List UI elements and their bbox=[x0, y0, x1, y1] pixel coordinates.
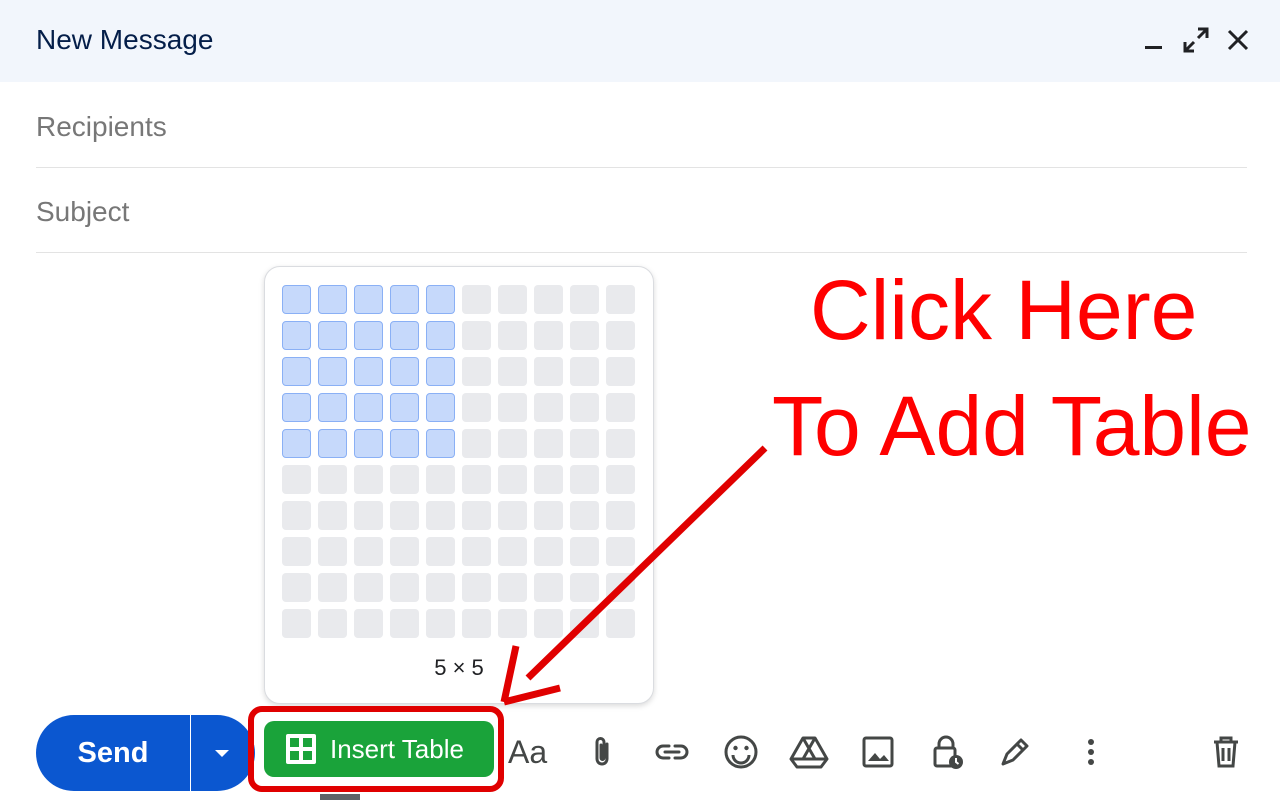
table-grid-cell[interactable] bbox=[390, 357, 419, 386]
table-grid-cell[interactable] bbox=[390, 609, 419, 638]
table-grid-cell[interactable] bbox=[390, 321, 419, 350]
drive-icon[interactable] bbox=[789, 732, 829, 772]
table-grid-cell[interactable] bbox=[462, 393, 491, 422]
confidential-icon[interactable] bbox=[926, 732, 966, 772]
table-grid-cell[interactable] bbox=[354, 537, 383, 566]
table-grid-cell[interactable] bbox=[606, 393, 635, 422]
table-grid-cell[interactable] bbox=[426, 321, 455, 350]
minimize-icon[interactable] bbox=[1138, 24, 1170, 56]
table-grid-cell[interactable] bbox=[462, 321, 491, 350]
send-button[interactable]: Send bbox=[36, 715, 190, 791]
table-grid-cell[interactable] bbox=[606, 357, 635, 386]
table-grid-cell[interactable] bbox=[354, 465, 383, 494]
table-grid-cell[interactable] bbox=[426, 537, 455, 566]
table-grid-cell[interactable] bbox=[534, 321, 563, 350]
expand-icon[interactable] bbox=[1180, 24, 1212, 56]
table-grid-cell[interactable] bbox=[354, 429, 383, 458]
table-grid-cell[interactable] bbox=[606, 285, 635, 314]
table-grid-cell[interactable] bbox=[390, 501, 419, 530]
table-grid-cell[interactable] bbox=[498, 285, 527, 314]
compose-title: New Message bbox=[36, 24, 214, 55]
emoji-icon[interactable] bbox=[721, 732, 761, 772]
more-options-icon[interactable] bbox=[1071, 732, 1111, 772]
send-options-button[interactable] bbox=[191, 715, 255, 791]
table-grid-cell[interactable] bbox=[354, 573, 383, 602]
table-grid-cell[interactable] bbox=[354, 357, 383, 386]
table-grid-cell[interactable] bbox=[390, 285, 419, 314]
table-grid-cell[interactable] bbox=[390, 537, 419, 566]
table-grid-cell[interactable] bbox=[426, 465, 455, 494]
table-grid-cell[interactable] bbox=[390, 573, 419, 602]
link-icon[interactable] bbox=[652, 732, 692, 772]
table-grid-cell[interactable] bbox=[390, 393, 419, 422]
table-grid-cell[interactable] bbox=[534, 357, 563, 386]
table-grid-cell[interactable] bbox=[318, 393, 347, 422]
photo-icon[interactable] bbox=[858, 732, 898, 772]
table-grid-cell[interactable] bbox=[570, 285, 599, 314]
table-grid-cell[interactable] bbox=[498, 393, 527, 422]
table-grid-cell[interactable] bbox=[282, 285, 311, 314]
table-grid-cell[interactable] bbox=[282, 357, 311, 386]
table-grid-cell[interactable] bbox=[318, 537, 347, 566]
table-grid-cell[interactable] bbox=[318, 429, 347, 458]
table-grid-cell[interactable] bbox=[498, 321, 527, 350]
table-grid-cell[interactable] bbox=[354, 393, 383, 422]
table-grid-cell[interactable] bbox=[570, 357, 599, 386]
annotation-line-2: To Add Table bbox=[772, 379, 1252, 473]
table-grid-cell[interactable] bbox=[318, 357, 347, 386]
table-grid-cell[interactable] bbox=[318, 609, 347, 638]
table-grid-cell[interactable] bbox=[570, 393, 599, 422]
insert-table-highlight bbox=[248, 706, 504, 792]
recipients-field[interactable]: Recipients bbox=[36, 83, 1247, 168]
table-grid-cell[interactable] bbox=[354, 285, 383, 314]
table-grid-cell[interactable] bbox=[318, 501, 347, 530]
signature-icon[interactable] bbox=[995, 732, 1035, 772]
table-grid-cell[interactable] bbox=[426, 573, 455, 602]
table-grid-cell[interactable] bbox=[282, 393, 311, 422]
table-grid-cell[interactable] bbox=[282, 537, 311, 566]
table-grid-cell[interactable] bbox=[534, 285, 563, 314]
table-grid-cell[interactable] bbox=[426, 429, 455, 458]
table-grid-cell[interactable] bbox=[534, 393, 563, 422]
table-grid-cell[interactable] bbox=[282, 321, 311, 350]
table-grid-cell[interactable] bbox=[318, 285, 347, 314]
table-grid-cell[interactable] bbox=[426, 357, 455, 386]
subject-field[interactable]: Subject bbox=[36, 168, 1247, 253]
annotation-arrow-icon bbox=[500, 445, 768, 706]
table-grid-cell[interactable] bbox=[390, 429, 419, 458]
table-grid-cell[interactable] bbox=[606, 321, 635, 350]
table-grid-cell[interactable] bbox=[390, 465, 419, 494]
table-grid-cell[interactable] bbox=[462, 285, 491, 314]
table-grid-cell[interactable] bbox=[426, 393, 455, 422]
table-grid-cell[interactable] bbox=[354, 501, 383, 530]
close-icon[interactable] bbox=[1222, 24, 1254, 56]
table-grid-cell[interactable] bbox=[282, 429, 311, 458]
table-grid-cell[interactable] bbox=[318, 465, 347, 494]
table-grid-cell[interactable] bbox=[570, 321, 599, 350]
table-grid-cell[interactable] bbox=[282, 465, 311, 494]
recipients-placeholder: Recipients bbox=[36, 111, 167, 142]
table-grid-cell[interactable] bbox=[318, 573, 347, 602]
resize-handle bbox=[320, 794, 360, 800]
table-grid-cell[interactable] bbox=[282, 501, 311, 530]
formatting-button[interactable]: Aa bbox=[508, 734, 547, 771]
table-grid-cell[interactable] bbox=[282, 609, 311, 638]
table-grid-cell[interactable] bbox=[282, 573, 311, 602]
table-grid-cell[interactable] bbox=[354, 609, 383, 638]
chevron-down-icon bbox=[215, 750, 229, 757]
subject-placeholder: Subject bbox=[36, 196, 130, 227]
table-grid-cell[interactable] bbox=[426, 285, 455, 314]
table-grid-cell[interactable] bbox=[498, 357, 527, 386]
annotation-line-1: Click Here bbox=[810, 263, 1198, 357]
trash-icon[interactable] bbox=[1206, 732, 1246, 772]
table-grid-cell[interactable] bbox=[462, 357, 491, 386]
table-grid-cell[interactable] bbox=[354, 321, 383, 350]
attach-icon[interactable] bbox=[582, 732, 622, 772]
table-grid-cell[interactable] bbox=[318, 321, 347, 350]
table-grid-cell[interactable] bbox=[426, 609, 455, 638]
compose-header: New Message bbox=[0, 0, 1280, 82]
table-grid-cell[interactable] bbox=[426, 501, 455, 530]
